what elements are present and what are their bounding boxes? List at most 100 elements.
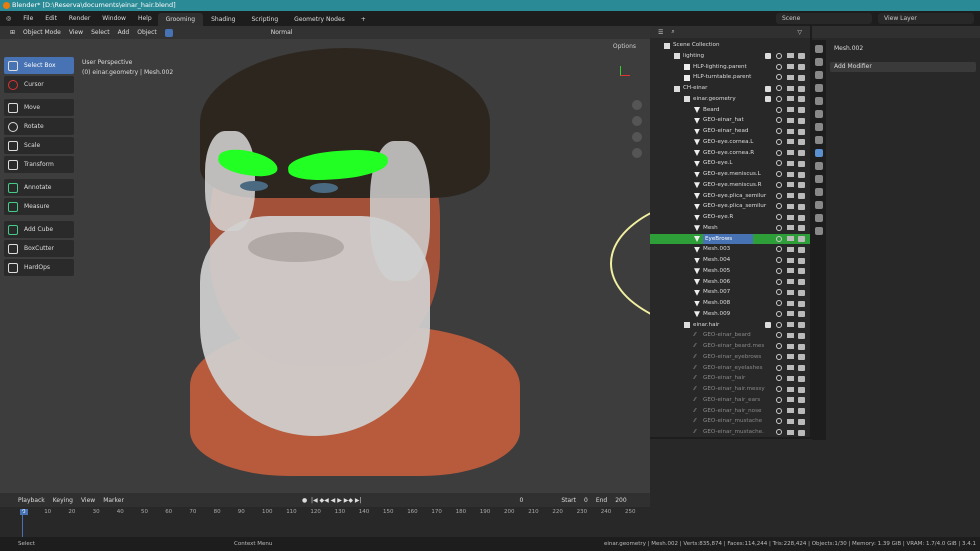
eye-icon[interactable] — [776, 429, 782, 435]
menu-add[interactable]: Add — [118, 29, 130, 36]
monitor-icon[interactable] — [787, 408, 794, 413]
eye-icon[interactable] — [776, 214, 782, 220]
outliner-row[interactable]: GEO-eye.cornea.L — [650, 137, 810, 148]
camera-render-icon[interactable] — [798, 300, 805, 307]
eye-icon[interactable] — [776, 192, 782, 199]
menu-edit[interactable]: Edit — [39, 11, 63, 26]
eye-icon[interactable] — [776, 300, 782, 306]
tool-annotate[interactable]: Annotate — [4, 179, 74, 196]
monitor-icon[interactable] — [787, 107, 794, 112]
outliner-row[interactable]: Scene Collection — [650, 40, 810, 51]
monitor-icon[interactable] — [787, 311, 794, 317]
data-tab-icon[interactable] — [815, 201, 823, 209]
camera-render-icon[interactable] — [798, 332, 805, 339]
eye-icon[interactable] — [776, 364, 782, 371]
camera-render-icon[interactable] — [798, 225, 805, 232]
outliner-row[interactable]: Mesh.003 — [650, 244, 810, 255]
orientation-selector[interactable]: Normal — [271, 29, 293, 36]
monitor-icon[interactable] — [787, 236, 794, 241]
playhead[interactable] — [22, 511, 23, 537]
monitor-icon[interactable] — [787, 397, 794, 403]
camera-render-icon[interactable] — [798, 311, 805, 318]
monitor-icon[interactable] — [787, 332, 794, 338]
outliner-row[interactable]: HLP-turntable.parent — [650, 72, 810, 83]
menu-playback[interactable]: Playback — [18, 497, 45, 504]
camera-render-icon[interactable] — [798, 354, 805, 361]
camera-render-icon[interactable] — [798, 64, 805, 70]
menu-file[interactable]: File — [17, 11, 39, 26]
monitor-icon[interactable] — [787, 300, 794, 306]
monitor-icon[interactable] — [787, 171, 794, 177]
camera-render-icon[interactable] — [798, 128, 805, 135]
tool-scale[interactable]: Scale — [4, 137, 74, 154]
camera-render-icon[interactable] — [798, 418, 805, 425]
exclude-checkbox[interactable] — [765, 85, 771, 92]
monitor-icon[interactable] — [787, 128, 794, 134]
material-tab-icon[interactable] — [815, 214, 823, 222]
outliner-row[interactable]: einar.hair — [650, 320, 810, 331]
eye-icon[interactable] — [776, 138, 782, 145]
mode-selector[interactable]: Object Mode — [23, 29, 61, 36]
eye-icon[interactable] — [776, 278, 782, 285]
zoom-icon[interactable] — [632, 100, 642, 110]
outliner-row[interactable]: lighting — [650, 51, 810, 62]
exclude-checkbox[interactable] — [765, 96, 771, 103]
current-frame[interactable]: 0 — [519, 497, 523, 504]
eye-icon[interactable] — [776, 95, 782, 102]
tool-move[interactable]: Move — [4, 99, 74, 116]
tool-hardops[interactable]: HardOps — [4, 259, 74, 276]
pan-icon[interactable] — [632, 116, 642, 126]
monitor-icon[interactable] — [787, 418, 794, 424]
monitor-icon[interactable] — [787, 354, 794, 360]
object-tab-icon[interactable] — [815, 136, 823, 144]
eye-icon[interactable] — [776, 85, 782, 91]
tool-cursor[interactable]: Cursor — [4, 76, 74, 93]
outliner-row[interactable]: CH-einar — [650, 83, 810, 94]
outliner-row[interactable]: GEO-einar_hat — [650, 115, 810, 126]
eye-icon[interactable] — [776, 332, 782, 339]
camera-render-icon[interactable] — [798, 375, 805, 382]
particles-tab-icon[interactable] — [815, 162, 823, 170]
tool-select-box[interactable]: Select Box — [4, 57, 74, 74]
outliner-row[interactable]: GEO-eye.L — [650, 158, 810, 169]
3d-viewport[interactable]: ⊞ Object Mode View Select Add Object Nor… — [0, 26, 650, 493]
monitor-icon[interactable] — [787, 182, 794, 188]
outliner-row[interactable]: Mesh.004 — [650, 255, 810, 266]
monitor-icon[interactable] — [787, 150, 794, 155]
outliner-row[interactable]: Mesh.006 — [650, 277, 810, 288]
frame-ruler[interactable]: 0 10 20 30 40 50 60 70 80 90 100 110 120 130 140 150 160… — [0, 509, 650, 519]
monitor-icon[interactable] — [787, 139, 794, 145]
eye-icon[interactable] — [776, 160, 782, 167]
exclude-checkbox[interactable] — [765, 322, 771, 328]
camera-render-icon[interactable] — [798, 160, 805, 167]
search-icon[interactable]: ⌕ — [671, 28, 674, 36]
camera-render-icon[interactable] — [798, 85, 805, 92]
monitor-icon[interactable] — [787, 246, 794, 252]
world-tab-icon[interactable] — [815, 110, 823, 118]
eye-icon[interactable] — [776, 289, 782, 296]
camera-render-icon[interactable] — [798, 343, 805, 350]
monitor-icon[interactable] — [787, 53, 794, 59]
camera-render-icon[interactable] — [798, 365, 805, 371]
tool-measure[interactable]: Measure — [4, 198, 74, 215]
menu-render[interactable]: Render — [63, 11, 96, 26]
monitor-icon[interactable] — [787, 96, 794, 102]
eye-icon[interactable] — [776, 106, 782, 113]
outliner-row[interactable]: ⁄⁄ GEO-einar_beard — [650, 330, 810, 341]
eye-icon[interactable] — [776, 343, 782, 349]
start-frame[interactable]: 0 — [584, 497, 588, 504]
perspective-grid-icon[interactable] — [632, 148, 642, 158]
camera-render-icon[interactable] — [798, 214, 805, 221]
outliner-row[interactable]: ⁄⁄ GEO-einar_hair.messy — [650, 384, 810, 395]
monitor-icon[interactable] — [787, 375, 794, 381]
filter-icon[interactable]: ▽ — [797, 29, 802, 36]
camera-render-icon[interactable] — [798, 397, 805, 404]
eye-icon[interactable] — [776, 171, 782, 177]
eye-icon[interactable] — [776, 257, 782, 263]
monitor-icon[interactable] — [787, 74, 794, 80]
monitor-icon[interactable] — [787, 257, 794, 263]
outliner-row[interactable]: Mesh.005 — [650, 266, 810, 277]
monitor-icon[interactable] — [787, 268, 794, 274]
exclude-checkbox[interactable] — [765, 53, 771, 60]
monitor-icon[interactable] — [787, 279, 794, 284]
